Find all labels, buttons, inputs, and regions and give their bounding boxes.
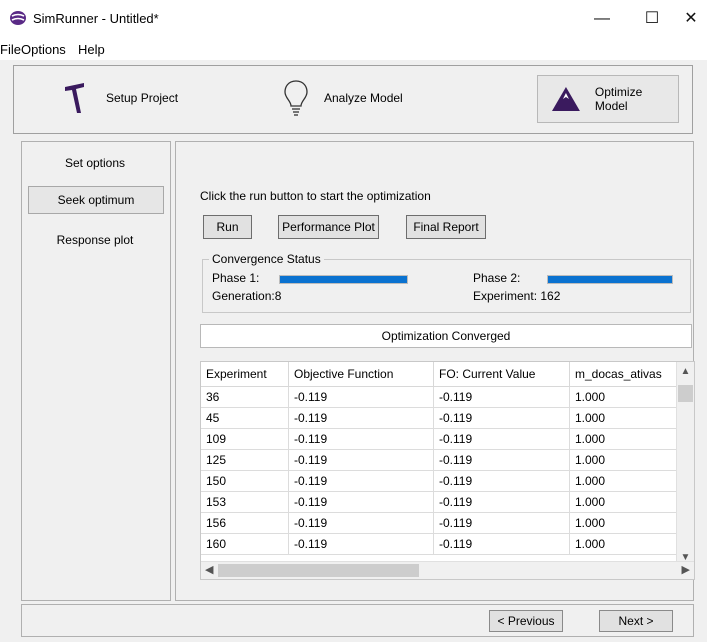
table-row[interactable]: 160 -0.119 -0.119 1.000 [201,533,681,555]
table-cell: -0.119 [288,512,434,534]
table-cell: 1.000 [569,533,681,555]
table-cell: -0.119 [288,491,434,513]
phase1-progress [279,275,408,284]
table-cell: 109 [201,428,289,450]
run-button[interactable]: Run [203,215,252,239]
table-cell: -0.119 [433,386,570,408]
mountain-peak-icon [551,87,580,111]
table-cell: -0.119 [288,449,434,471]
tab-setup-project[interactable]: Setup Project [62,73,178,123]
nav-seek-optimum[interactable]: Seek optimum [28,186,164,214]
menu-help[interactable]: Help [78,42,105,57]
table-cell: 1.000 [569,386,681,408]
table-cell: -0.119 [288,386,434,408]
main-panel: Click the run button to start the optimi… [175,141,695,601]
table-row[interactable]: 45 -0.119 -0.119 1.000 [201,407,681,429]
vertical-scroll-thumb[interactable] [678,385,693,402]
lightbulb-icon [284,80,308,116]
results-table: Experiment Objective Function FO: Curren… [201,362,681,555]
table-cell: 153 [201,491,289,513]
window-title: SimRunner - Untitled* [33,11,159,26]
convergence-status-group: Convergence Status Phase 1: Generation:8… [202,252,691,313]
column-header[interactable]: FO: Current Value [433,362,570,387]
hammer-icon [65,83,84,113]
scroll-right-icon[interactable]: ▶ [682,563,690,576]
table-cell: 1.000 [569,449,681,471]
menu-options[interactable]: Options [21,42,66,57]
column-header[interactable]: m_docas_ativas [569,362,681,387]
maximize-button[interactable]: ☐ [632,8,672,30]
scroll-up-icon[interactable]: ▲ [677,366,694,377]
table-row[interactable]: 156 -0.119 -0.119 1.000 [201,512,681,534]
tab-setup-label: Setup Project [106,91,179,105]
tab-analyze-label: Analyze Model [324,91,403,105]
tab-analyze-model[interactable]: Analyze Model [282,73,403,123]
minimize-button[interactable]: — [582,8,622,30]
close-button[interactable]: ✕ [671,8,707,30]
table-cell: -0.119 [433,407,570,429]
scroll-left-icon[interactable]: ◀ [205,563,213,576]
horizontal-scroll-thumb[interactable] [218,564,419,577]
table-cell: -0.119 [288,428,434,450]
table-row[interactable]: 36 -0.119 -0.119 1.000 [201,386,681,408]
phase2-progress [547,275,673,284]
table-cell: 125 [201,449,289,471]
table-cell: 150 [201,470,289,492]
table-cell: -0.119 [433,470,570,492]
table-cell: 36 [201,386,289,408]
table-cell: 1.000 [569,470,681,492]
phase1-progress-fill [280,276,407,283]
table-row[interactable]: 153 -0.119 -0.119 1.000 [201,491,681,513]
optimization-status: Optimization Converged [200,324,692,348]
table-cell: 1.000 [569,428,681,450]
table-cell: -0.119 [433,449,570,471]
nav-response-plot[interactable]: Response plot [28,227,162,253]
column-header[interactable]: Experiment [201,362,289,387]
convergence-status-title: Convergence Status [209,252,324,266]
footer-panel: < Previous Next > [21,604,694,637]
table-cell: -0.119 [433,428,570,450]
left-nav: Set options Seek optimum Response plot [21,141,171,601]
app-icon [10,11,26,25]
previous-button[interactable]: < Previous [489,610,563,632]
table-row[interactable]: 150 -0.119 -0.119 1.000 [201,470,681,492]
table-cell: -0.119 [433,512,570,534]
table-cell: 156 [201,512,289,534]
title-bar: SimRunner - Untitled* — ☐ ✕ [0,0,707,40]
table-cell: -0.119 [288,533,434,555]
results-grid[interactable]: Experiment Objective Function FO: Curren… [200,361,695,580]
table-cell: -0.119 [288,407,434,429]
phase2-progress-fill [548,276,672,283]
table-row[interactable]: 125 -0.119 -0.119 1.000 [201,449,681,471]
table-row[interactable]: 109 -0.119 -0.119 1.000 [201,428,681,450]
final-report-button[interactable]: Final Report [406,215,486,239]
phase1-label: Phase 1: [212,271,260,285]
vertical-scrollbar[interactable]: ▲ ▼ [676,362,694,563]
table-cell: -0.119 [288,470,434,492]
table-cell: 1.000 [569,512,681,534]
phase2-label: Phase 2: [473,271,521,285]
workflow-tabs: Setup Project Analyze Model Optimize Mod… [13,65,693,134]
table-header-row: Experiment Objective Function FO: Curren… [201,362,681,387]
table-cell: 45 [201,407,289,429]
table-cell: -0.119 [433,533,570,555]
performance-plot-button[interactable]: Performance Plot [278,215,379,239]
table-cell: -0.119 [433,491,570,513]
nav-set-options[interactable]: Set options [28,150,162,176]
horizontal-scrollbar[interactable]: ◀ ▶ [201,561,694,579]
instruction-text: Click the run button to start the optimi… [200,189,431,203]
experiment-label: Experiment: 162 [473,289,561,303]
menu-bar: File Options Help [0,40,707,60]
next-button[interactable]: Next > [599,610,673,632]
column-header[interactable]: Objective Function [288,362,434,387]
table-cell: 1.000 [569,407,681,429]
table-cell: 1.000 [569,491,681,513]
tab-optimize-model[interactable]: Optimize Model [537,75,679,123]
tab-optimize-label: Optimize Model [594,85,643,113]
table-cell: 160 [201,533,289,555]
menu-file[interactable]: File [0,42,21,57]
generation-label: Generation:8 [212,289,282,303]
